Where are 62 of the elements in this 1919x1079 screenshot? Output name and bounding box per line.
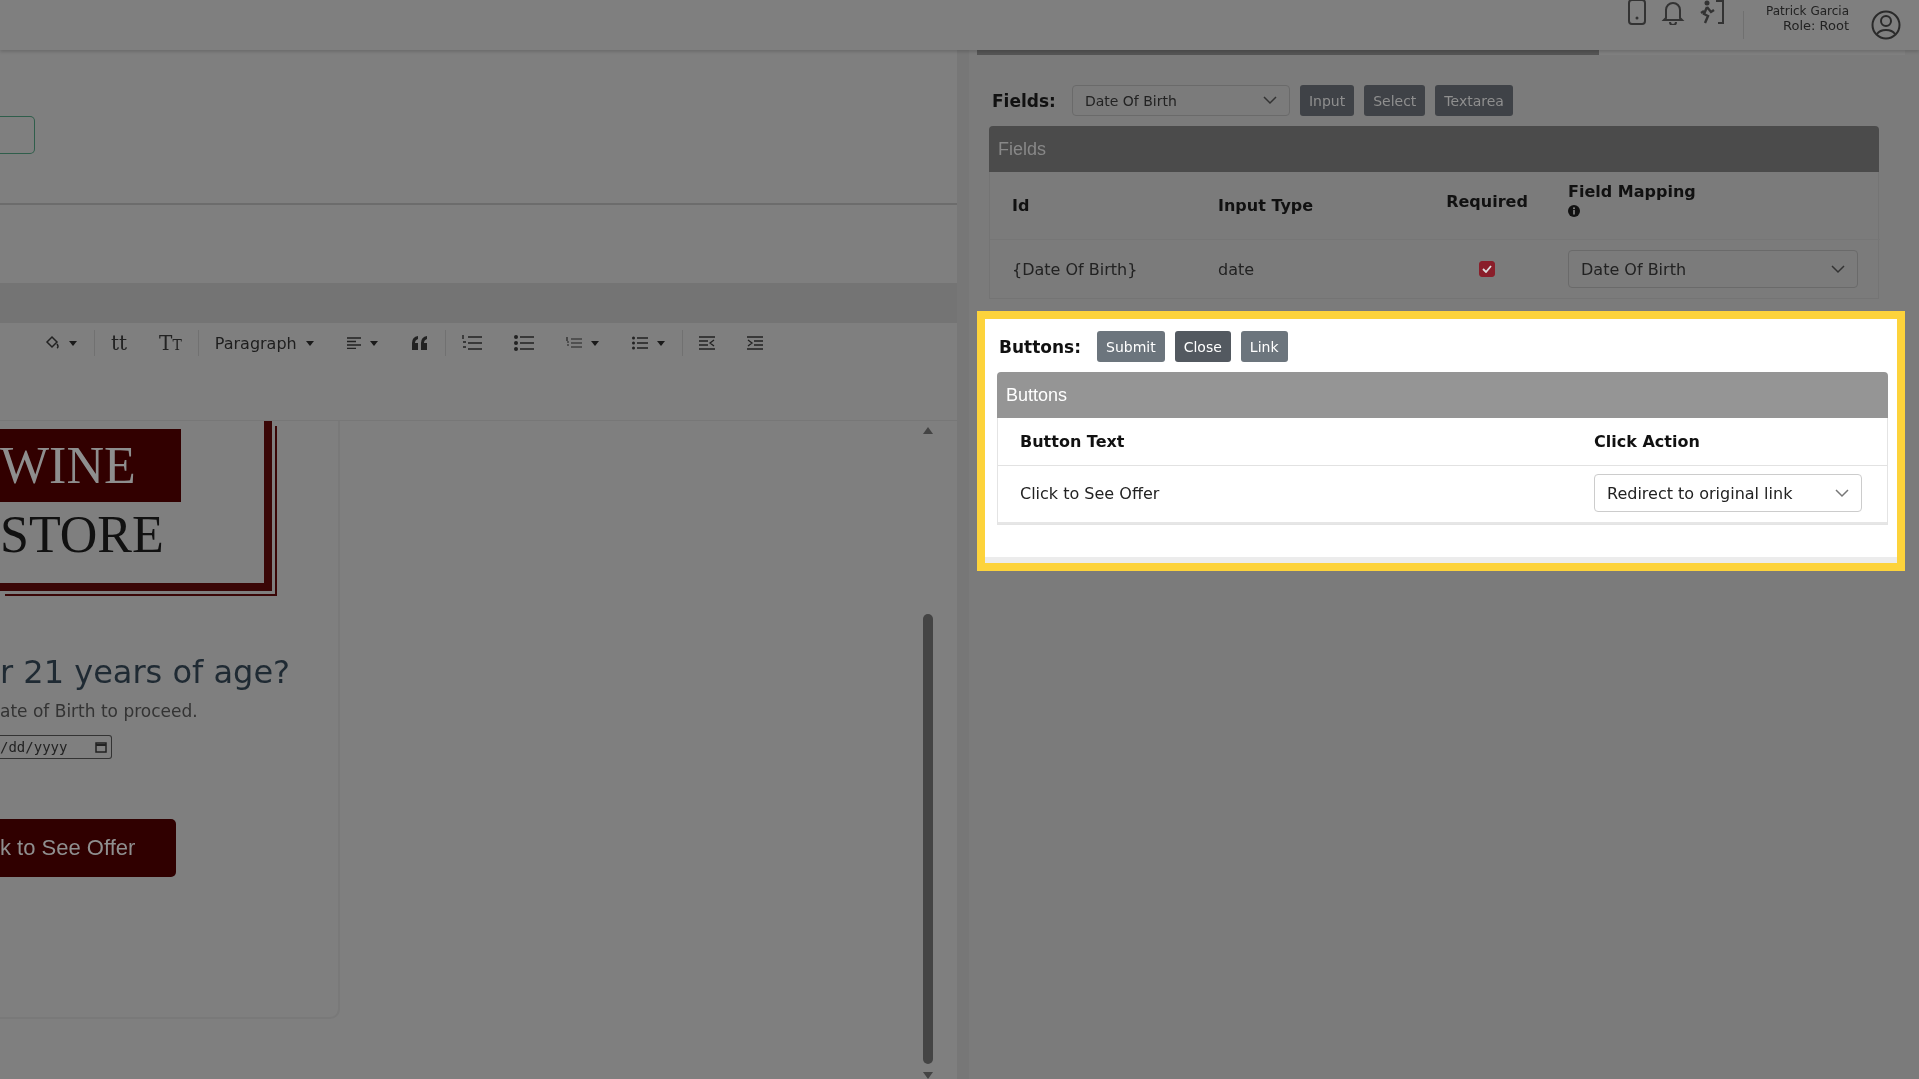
quote-icon[interactable] <box>410 336 429 350</box>
paint-bucket-icon[interactable] <box>44 335 60 351</box>
scroll-down-icon[interactable] <box>923 1072 933 1079</box>
text-case-button[interactable]: tt <box>111 331 128 355</box>
info-icon[interactable] <box>1568 205 1580 217</box>
table-cell: Click to See Offer <box>998 466 1594 524</box>
preview-heading: r 21 years of age? <box>0 653 292 691</box>
exit-icon[interactable] <box>1699 0 1725 25</box>
add-button-button[interactable]: Link <box>1240 331 1288 362</box>
logo-text: WINE <box>0 429 181 502</box>
add-field-button[interactable]: Select <box>1364 85 1426 116</box>
user-role: Role: Root <box>1783 17 1849 33</box>
caret-icon[interactable] <box>368 339 379 347</box>
numbered-list-icon[interactable] <box>461 334 482 352</box>
numbered-list-icon[interactable] <box>565 336 582 350</box>
add-button-button[interactable]: Submit <box>1097 331 1165 362</box>
column-header: Required <box>1428 172 1546 240</box>
card-title: Fields <box>989 126 1879 172</box>
card-title: Buttons <box>997 372 1888 418</box>
column-header: Button Text <box>998 418 1594 466</box>
indent-icon[interactable] <box>746 336 763 350</box>
calendar-icon[interactable] <box>95 741 107 753</box>
preview-text: ate of Birth to proceed. <box>0 701 199 721</box>
phone-icon[interactable] <box>1627 0 1647 25</box>
user-name: Patrick Garcia <box>1766 3 1849 18</box>
bell-icon[interactable] <box>1661 0 1685 25</box>
scroll-up-icon[interactable] <box>923 427 933 434</box>
user-avatar-icon[interactable] <box>1871 10 1901 40</box>
bullet-list-icon[interactable] <box>513 335 534 351</box>
logo-text: STORE <box>0 505 165 565</box>
field-select[interactable]: Date Of Birth <box>1071 85 1290 116</box>
scrollbar-thumb[interactable] <box>923 614 933 1064</box>
chevron-down-icon[interactable] <box>1835 488 1849 498</box>
column-header: Input Type <box>1196 172 1428 240</box>
click-action-select[interactable]: Redirect to original link <box>1594 474 1862 512</box>
align-left-icon[interactable] <box>346 337 361 349</box>
offer-button[interactable]: k to See Offer <box>0 819 176 877</box>
check-icon[interactable] <box>1482 265 1492 273</box>
chevron-down-icon[interactable] <box>1831 264 1845 274</box>
caret-icon[interactable] <box>589 339 600 347</box>
add-field-button[interactable]: Textarea <box>1435 85 1513 116</box>
chevron-down-icon[interactable] <box>1262 96 1277 105</box>
caret-icon[interactable] <box>304 339 315 347</box>
table-cell-text: date <box>1217 258 1256 281</box>
bullet-list-icon[interactable] <box>631 336 648 350</box>
caret-icon[interactable] <box>68 339 78 347</box>
column-header: Field Mapping <box>1568 182 1697 201</box>
paragraph-dropdown[interactable]: Paragraph <box>214 333 297 353</box>
table-cell-text: {Date Of Birth} <box>1011 258 1139 281</box>
text-case-button[interactable]: Tt <box>159 331 182 355</box>
add-field-button[interactable]: Input <box>1299 85 1355 116</box>
add-button-button[interactable]: Close <box>1174 331 1231 362</box>
outdent-icon[interactable] <box>698 336 715 350</box>
field-mapping-select[interactable]: Date Of Birth <box>1568 250 1858 288</box>
required-checkbox[interactable] <box>1479 261 1495 277</box>
column-header: Click Action <box>1594 418 1887 466</box>
fields-label: Fields: <box>992 90 1056 111</box>
buttons-label: Buttons: <box>999 336 1081 357</box>
date-field[interactable]: /dd/yyyy <box>0 735 112 759</box>
input-field[interactable] <box>0 116 35 154</box>
caret-icon[interactable] <box>655 339 666 347</box>
column-header: Id <box>990 172 1196 240</box>
